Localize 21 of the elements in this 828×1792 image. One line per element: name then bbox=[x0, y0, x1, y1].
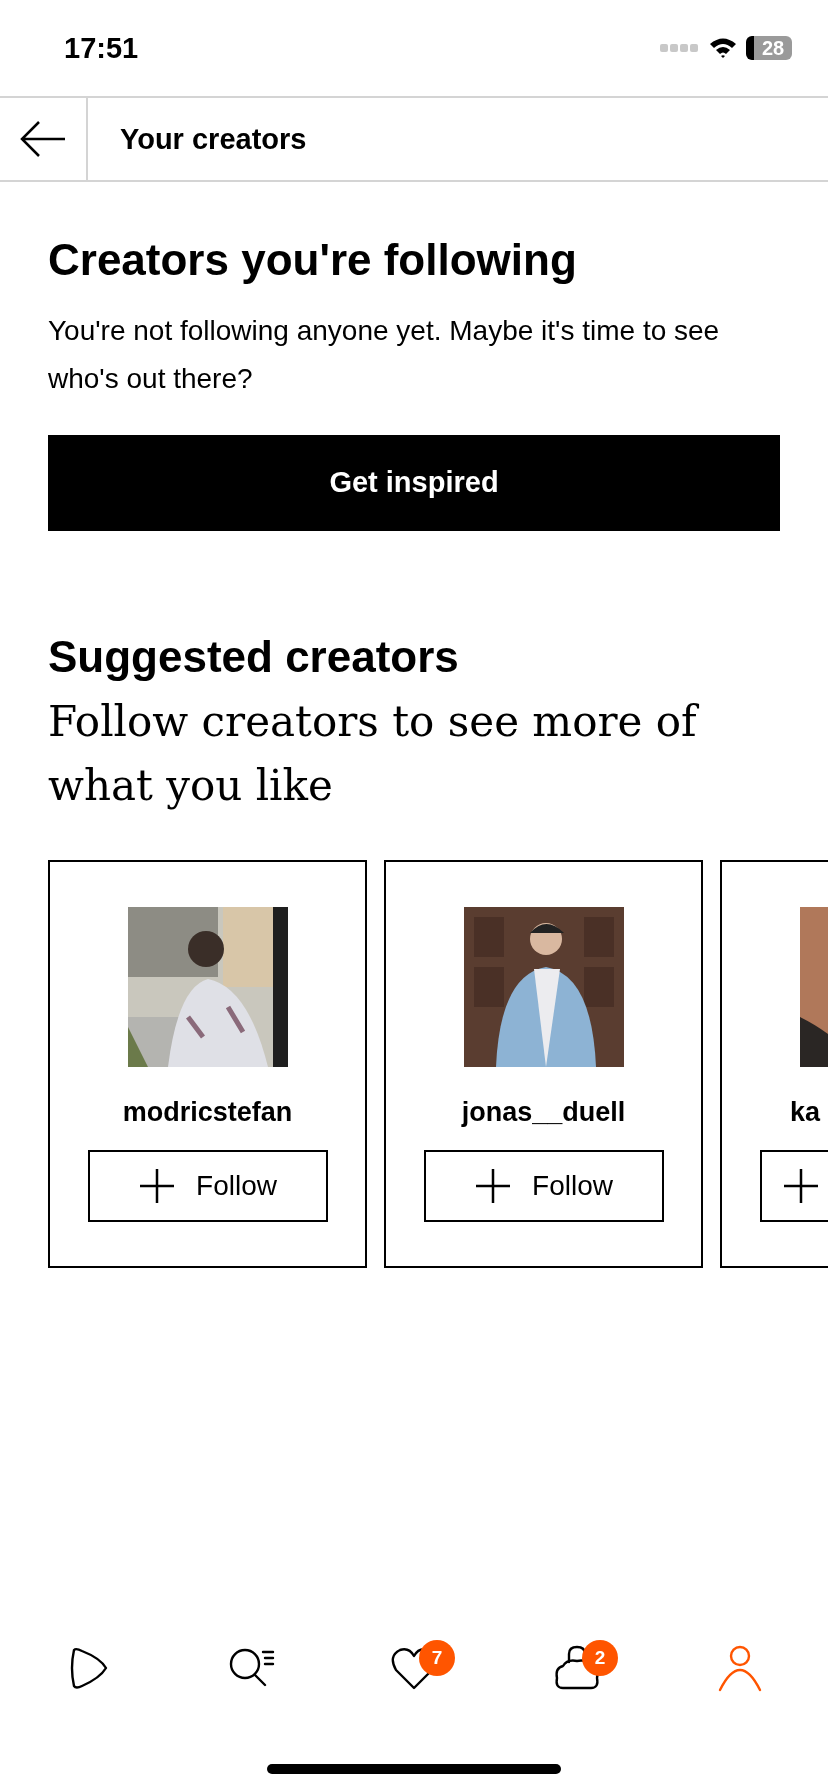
creator-username: jonas__duell bbox=[461, 1096, 626, 1128]
plus-icon bbox=[474, 1166, 513, 1205]
page-title: Your creators bbox=[120, 122, 307, 156]
creator-username: modricstefan bbox=[122, 1096, 293, 1128]
follow-button[interactable]: Follow bbox=[423, 1149, 664, 1222]
battery-level: 28 bbox=[746, 36, 792, 60]
empty-message: You're not following anyone yet. Maybe it's time to see who's out there? bbox=[48, 313, 721, 396]
count-badge: 2 bbox=[582, 1640, 619, 1676]
back-arrow-icon bbox=[19, 119, 67, 159]
wifi-icon bbox=[708, 36, 738, 60]
follow-button[interactable]: Follow bbox=[87, 1149, 328, 1222]
get-inspired-button[interactable]: Get inspired bbox=[48, 434, 780, 531]
status-time: 17:51 bbox=[64, 31, 139, 65]
plus-icon bbox=[782, 1166, 820, 1205]
count-badge: 7 bbox=[418, 1640, 455, 1676]
section-subtitle: Follow creators to see more of what you like bbox=[48, 695, 700, 812]
plus-icon bbox=[138, 1166, 177, 1205]
section-title: Creators you're following bbox=[48, 234, 578, 286]
creator-username: ka bbox=[790, 1096, 821, 1128]
signal-icon bbox=[660, 43, 700, 53]
section-title: Suggested creators bbox=[48, 630, 460, 683]
